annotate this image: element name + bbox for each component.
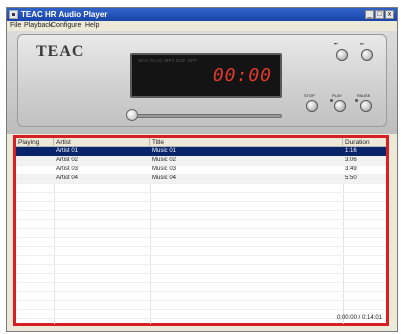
prev-label: ⏮ [334, 41, 338, 46]
grid-line [16, 264, 386, 265]
cell-playing [16, 165, 54, 174]
close-button[interactable]: x [385, 10, 394, 19]
play-button[interactable] [334, 100, 346, 112]
cell-title: Music 02 [152, 157, 177, 163]
grid-line [16, 318, 386, 319]
menu-configure[interactable]: Configure [51, 21, 81, 31]
table-row[interactable]: Artist 04 Music 04 5:50 [16, 174, 386, 183]
column-header-duration[interactable]: Duration [343, 138, 386, 147]
minimize-button[interactable]: _ [365, 10, 374, 19]
table-row[interactable]: Artist 03 Music 03 3:49 [16, 165, 386, 174]
menu-help[interactable]: Help [85, 21, 99, 31]
cell-duration: 3:49 [345, 166, 357, 172]
cell-title: Music 03 [152, 166, 177, 172]
grid-line [16, 156, 386, 157]
app-icon [9, 10, 18, 19]
table-row[interactable]: Artist 02 Music 02 3:06 [16, 156, 386, 165]
cell-playing [16, 156, 54, 165]
cell-duration: 3:06 [345, 157, 357, 163]
next-label: ⏭ [360, 41, 364, 46]
grid-line [16, 210, 386, 211]
column-header-artist[interactable]: Artist [54, 138, 150, 147]
seek-knob[interactable] [126, 109, 138, 121]
window-title: TEAC HR Audio Player [21, 10, 108, 19]
pause-indicator [355, 99, 358, 102]
grid-line [16, 273, 386, 274]
grid-line [16, 255, 386, 256]
format-indicator: WAV FLAC MP3 DSF DFF [138, 58, 198, 63]
table-row[interactable]: Artist 01 Music 01 1:16 [16, 147, 386, 156]
stop-label: STOP [304, 93, 315, 98]
column-header-title[interactable]: Title [150, 138, 343, 147]
player-panel-background: TEAC WAV FLAC MP3 DSF DFF 00:00 ⏮ ⏭ STOP… [7, 31, 397, 134]
play-indicator [330, 99, 333, 102]
grid-line [16, 237, 386, 238]
cell-artist: Artist 01 [56, 148, 79, 154]
grid-line [16, 183, 386, 184]
grid-line [16, 192, 386, 193]
player-panel: TEAC WAV FLAC MP3 DSF DFF 00:00 ⏮ ⏭ STOP… [17, 34, 387, 127]
cell-duration: 1:16 [345, 148, 357, 154]
maximize-button[interactable]: □ [375, 10, 384, 19]
cell-playing [16, 147, 54, 156]
grid-line [16, 291, 386, 292]
menu-file[interactable]: File [10, 21, 21, 31]
title-bar[interactable]: TEAC HR Audio Player _ □ x [7, 8, 397, 21]
column-header-playing[interactable]: Playing [16, 138, 54, 147]
total-time: 0:00:00 / 0:14:01 [336, 315, 382, 321]
stop-button[interactable] [306, 100, 318, 112]
seek-bar[interactable] [132, 114, 282, 118]
cell-duration: 5:50 [345, 175, 357, 181]
cell-playing [16, 174, 54, 183]
cell-title: Music 01 [152, 148, 177, 154]
next-track-button[interactable] [361, 49, 373, 61]
grid-line [16, 228, 386, 229]
menu-bar: File Playback Configure Help [7, 21, 397, 31]
play-label: PLAY [332, 93, 342, 98]
playlist-panel: Playing Artist Title Duration Artist 01 M… [13, 135, 389, 326]
time-counter: 00:00 [212, 65, 272, 86]
cell-title: Music 04 [152, 175, 177, 181]
menu-playback[interactable]: Playback [24, 21, 52, 31]
grid-line [16, 219, 386, 220]
cell-artist: Artist 04 [56, 175, 79, 181]
previous-track-button[interactable] [336, 49, 348, 61]
grid-line [16, 201, 386, 202]
grid-line [16, 174, 386, 175]
pause-label: PAUSE [357, 93, 371, 98]
cell-artist: Artist 02 [56, 157, 79, 163]
grid-line [16, 300, 386, 301]
teac-logo: TEAC [36, 43, 85, 60]
grid-line [16, 309, 386, 310]
grid-line [16, 282, 386, 283]
cell-artist: Artist 03 [56, 166, 79, 172]
time-display: WAV FLAC MP3 DSF DFF 00:00 [130, 53, 282, 98]
pause-button[interactable] [360, 100, 372, 112]
grid-line [16, 165, 386, 166]
grid-line [16, 246, 386, 247]
player-window: TEAC HR Audio Player _ □ x File Playback… [6, 7, 398, 332]
